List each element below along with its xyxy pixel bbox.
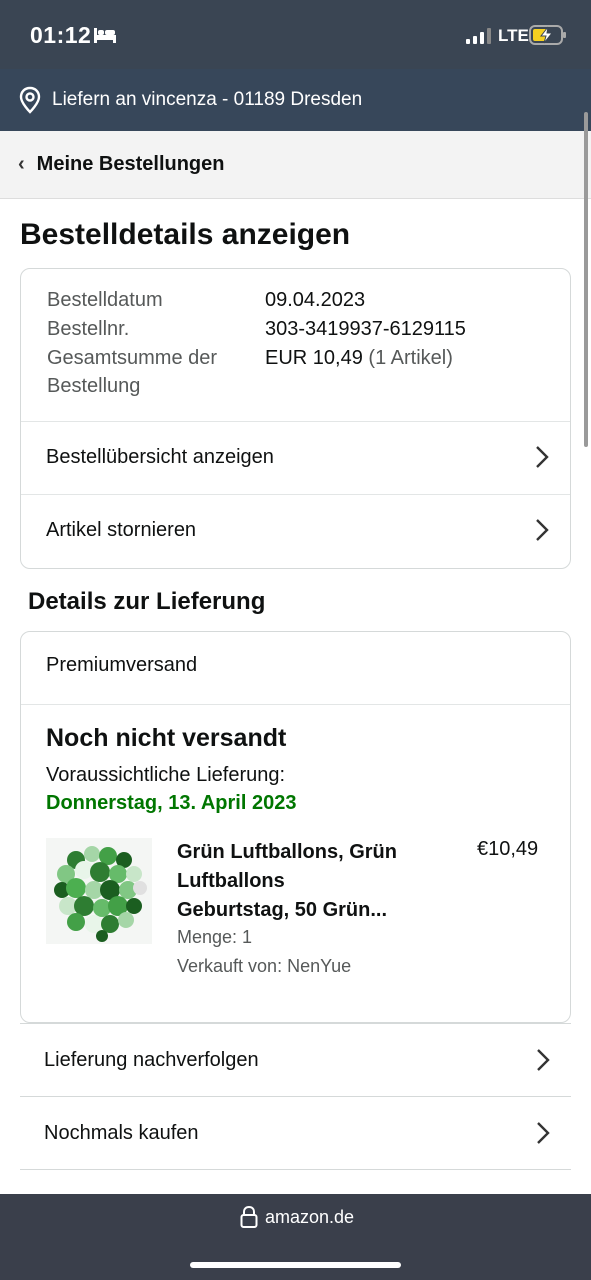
delivery-section-title: Details zur Lieferung [28, 588, 266, 615]
track-delivery-row[interactable]: Lieferung nachverfolgen [20, 1023, 571, 1096]
bed-icon [94, 28, 116, 43]
order-number-value: 303-3419937-6129115 [265, 318, 466, 340]
scrollbar[interactable] [584, 112, 588, 447]
order-overview-row[interactable]: Bestellübersicht anzeigen [21, 421, 570, 493]
chevron-right-icon [537, 1122, 550, 1144]
network-label: LTE [498, 26, 529, 45]
track-delivery-label: Lieferung nachverfolgen [44, 1048, 259, 1071]
status-time: 01:12 [30, 22, 92, 48]
chevron-right-icon [536, 519, 549, 541]
location-pin-icon [19, 86, 41, 114]
home-indicator[interactable] [190, 1262, 401, 1268]
order-total-items: (1 Artikel) [368, 347, 453, 369]
battery-charging-icon [529, 25, 566, 45]
product-title-line3: Geburtstag, 50 Grün... [177, 899, 388, 921]
deliver-to-text: Liefern an vincenza - 01189 Dresden [52, 89, 363, 110]
shipment-status: Noch nicht versandt [46, 724, 287, 752]
product-title-line1: Grün Luftballons, Grün [177, 841, 397, 863]
status-bar: 01:12 LTE [0, 0, 591, 69]
cancel-item-row[interactable]: Artikel stornieren [21, 494, 570, 566]
chevron-right-icon [536, 446, 549, 468]
order-overview-label: Bestellübersicht anzeigen [46, 446, 274, 468]
product-price: €10,49 [477, 838, 539, 860]
order-number-label: Bestellnr. [47, 318, 130, 340]
eta-label: Voraussichtliche Lieferung: [46, 764, 286, 786]
order-total-label-line1: Gesamtsumme der [47, 347, 218, 369]
order-total-label-line2: Bestellung [47, 375, 141, 397]
product-title[interactable]: Grün Luftballons, Grün Luftballons Gebur… [177, 838, 447, 925]
chevron-left-icon: ‹ [18, 153, 25, 175]
deliver-to-bar[interactable]: Liefern an vincenza - 01189 Dresden [0, 69, 591, 131]
page-title: Bestelldetails anzeigen [20, 218, 351, 251]
cancel-item-label: Artikel stornieren [46, 519, 197, 541]
buy-again-row[interactable]: Nochmals kaufen [20, 1096, 571, 1169]
product-quantity: Menge: 1 [177, 927, 253, 947]
url-domain: amazon.de [265, 1207, 355, 1227]
eta-date: Donnerstag, 13. April 2023 [46, 792, 297, 814]
divider [20, 1169, 571, 1170]
product-seller: Verkauft von: NenYue [177, 956, 352, 976]
signal-icon [466, 28, 491, 44]
product-image[interactable] [46, 838, 152, 944]
shipping-type: Premiumversand [46, 654, 198, 676]
back-to-orders[interactable]: ‹ Meine Bestellungen [0, 131, 591, 199]
buy-again-label: Nochmals kaufen [44, 1121, 199, 1144]
back-label: Meine Bestellungen [36, 153, 225, 175]
lock-icon [240, 1206, 258, 1228]
product-title-line2: Luftballons [177, 870, 285, 892]
order-info-card: Bestelldatum 09.04.2023 Bestellnr. 303-3… [20, 268, 571, 569]
order-date-label: Bestelldatum [47, 289, 163, 311]
order-total-value-wrap: EUR 10,49 (1 Artikel) [265, 347, 453, 370]
order-total-value: EUR 10,49 [265, 347, 363, 369]
divider [21, 704, 570, 705]
order-date-value: 09.04.2023 [265, 289, 366, 311]
chevron-right-icon [537, 1049, 550, 1071]
delivery-card: Premiumversand Noch nicht versandt Vorau… [20, 631, 571, 1023]
